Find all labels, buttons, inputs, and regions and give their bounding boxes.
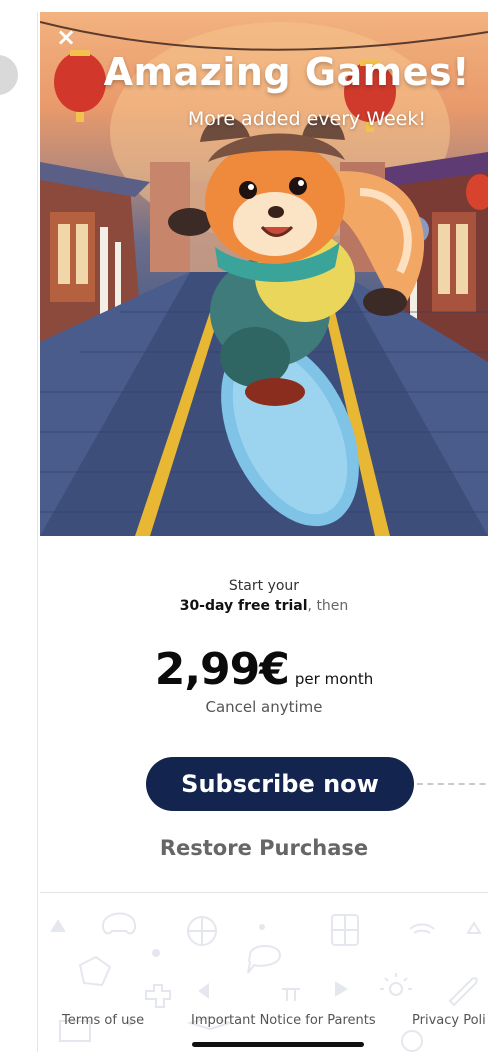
offer-section: Start your 30-day free trial, then 2,99€… — [40, 536, 488, 892]
price-row: 2,99€ per month — [40, 644, 488, 695]
price-period: per month — [294, 670, 374, 688]
cancel-note: Cancel anytime — [205, 698, 323, 716]
trial-rest-text: , then — [307, 598, 349, 614]
hero-subtitle: More added every Week! — [187, 108, 426, 130]
sheet-edge-line — [37, 12, 38, 1052]
trial-duration-text: 30-day free trial, then — [40, 598, 488, 614]
hero-banner: × Amazing Games! More added every Week! — [40, 12, 488, 536]
background-bubble — [0, 55, 18, 95]
privacy-policy-link[interactable]: Privacy Poli — [412, 1013, 486, 1028]
price-value: 2,99€ — [154, 644, 290, 695]
trial-intro-text: Start your — [228, 578, 300, 594]
restore-purchase-button[interactable]: Restore Purchase — [40, 836, 488, 860]
background-app-edge — [0, 0, 40, 1053]
subscribe-button[interactable]: Subscribe now — [146, 757, 414, 811]
home-indicator[interactable] — [192, 1042, 364, 1047]
subscription-sheet: × Amazing Games! More added every Week! … — [40, 12, 488, 1053]
parents-notice-link[interactable]: Important Notice for Parents — [191, 1013, 376, 1028]
close-icon[interactable]: × — [54, 25, 78, 50]
terms-of-use-link[interactable]: Terms of use — [62, 1013, 144, 1028]
footer: Terms of use Important Notice for Parent… — [40, 893, 488, 1053]
hero-title: Amazing Games! — [103, 50, 470, 94]
footer-doodle-pattern — [50, 912, 482, 1052]
trial-bold-text: 30-day free trial — [179, 598, 308, 614]
